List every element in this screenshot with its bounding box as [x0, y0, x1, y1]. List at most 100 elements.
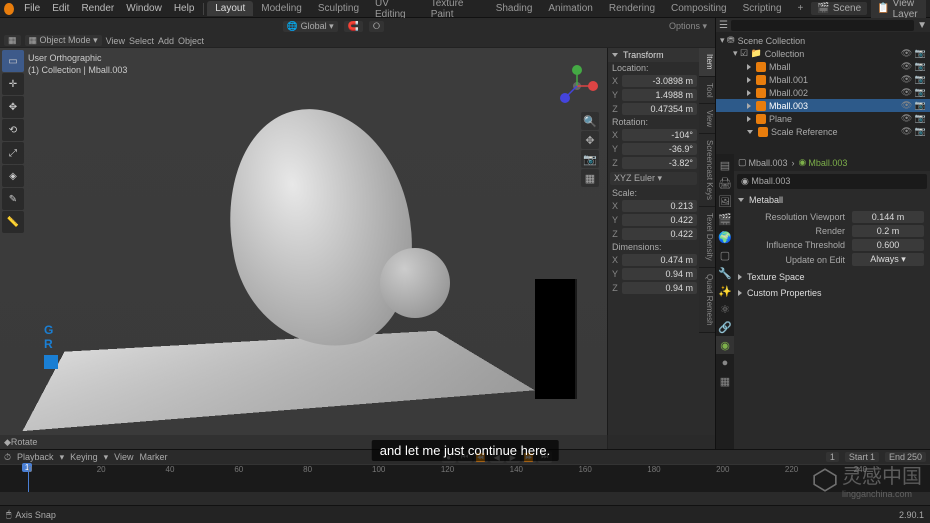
tab-scripting[interactable]: Scripting — [735, 1, 790, 16]
tool-rotate[interactable]: ⟲ — [2, 119, 24, 141]
outliner-item-selected[interactable]: Mball.003👁 📷 — [716, 99, 930, 112]
res-render[interactable]: 0.2 m — [852, 225, 924, 237]
outliner-filter[interactable]: ▼ — [917, 20, 927, 31]
tool-select[interactable]: ▭ — [2, 50, 24, 72]
rot-x[interactable]: -104° — [622, 129, 697, 141]
tab-rendering[interactable]: Rendering — [601, 1, 663, 16]
ntab-view[interactable]: View — [699, 104, 715, 134]
scene-collection-row[interactable]: ▾ ⛃Scene Collection — [716, 34, 930, 47]
menu-render[interactable]: Render — [75, 3, 120, 14]
proportional-toggle[interactable]: ⭘ — [369, 21, 384, 32]
proptab-scene[interactable]: 🎬 — [716, 210, 734, 228]
dim-x[interactable]: 0.474 m — [622, 254, 697, 266]
transform-header[interactable]: Transform — [608, 48, 699, 62]
tool-measure[interactable]: 📏 — [2, 211, 24, 233]
outliner-type[interactable]: ☰ — [719, 20, 728, 31]
nav-persp[interactable]: ▦ — [581, 169, 599, 187]
nav-camera[interactable]: 📷 — [581, 150, 599, 168]
proptab-data[interactable]: ◉ — [716, 336, 734, 354]
rotation-mode[interactable]: XYZ Euler ▾ — [610, 172, 697, 185]
tab-modeling[interactable]: Modeling — [253, 1, 310, 16]
ntab-tool[interactable]: Tool — [699, 77, 715, 105]
outliner-item[interactable]: Mball.002👁 📷 — [716, 86, 930, 99]
proptab-material[interactable]: ● — [716, 354, 734, 372]
custom-props-section[interactable]: Custom Properties — [734, 285, 930, 301]
loc-y[interactable]: 1.4988 m — [622, 89, 697, 101]
tab-compositing[interactable]: Compositing — [663, 1, 735, 16]
proptab-viewlayer[interactable]: 🖼 — [716, 192, 734, 210]
menu-file[interactable]: File — [18, 3, 46, 14]
proptab-modifiers[interactable]: 🔧 — [716, 264, 734, 282]
menu-object[interactable]: Object — [178, 36, 204, 46]
menu-select[interactable]: Select — [129, 36, 154, 46]
options-dropdown[interactable]: Options ▾ — [669, 21, 707, 32]
loc-z[interactable]: 0.47354 m — [622, 103, 697, 115]
proptab-physics[interactable]: ⚛ — [716, 300, 734, 318]
menu-view[interactable]: View — [106, 36, 125, 46]
menu-edit[interactable]: Edit — [46, 3, 75, 14]
timeline-type[interactable]: ⏱ — [4, 452, 11, 463]
scale-y[interactable]: 0.422 — [622, 214, 697, 226]
nav-gizmo[interactable] — [555, 64, 599, 108]
mode-dropdown[interactable]: ▦ Object Mode ▾ — [25, 35, 102, 46]
tl-playback[interactable]: Playback — [17, 452, 54, 462]
rot-z[interactable]: -3.82° — [622, 157, 697, 169]
menu-window[interactable]: Window — [120, 3, 168, 14]
dim-z[interactable]: 0.94 m — [622, 282, 697, 294]
ntab-item[interactable]: Item — [699, 48, 715, 77]
viewport-3d[interactable]: ▭ ✛ ✥ ⟲ ⤢ ◈ ✎ 📏 User Orthographic (1) Co… — [0, 48, 715, 449]
tl-view[interactable]: View — [114, 452, 133, 462]
scale-x[interactable]: 0.213 — [622, 200, 697, 212]
collection-row[interactable]: ▾ ☑ 📁Collection👁 📷 — [716, 47, 930, 60]
proptab-render[interactable]: ▤ — [716, 156, 734, 174]
axis-widget: G R — [44, 323, 58, 369]
loc-x[interactable]: -3.0898 m — [622, 75, 697, 87]
outliner-search[interactable] — [731, 20, 914, 31]
proptab-particles[interactable]: ✨ — [716, 282, 734, 300]
nav-zoom[interactable]: 🔍 — [581, 112, 599, 130]
datablock-name[interactable]: ◉ Mball.003 — [737, 174, 927, 189]
ntab-quad[interactable]: Quad Remesh — [699, 268, 715, 333]
texture-space-section[interactable]: Texture Space — [734, 269, 930, 285]
proptab-texture[interactable]: ▦ — [716, 372, 734, 390]
proptab-output[interactable]: 🖨 — [716, 174, 734, 192]
ntab-screencast[interactable]: Screencast Keys — [699, 134, 715, 207]
menu-add[interactable]: Add — [158, 36, 174, 46]
tab-animation[interactable]: Animation — [540, 1, 600, 16]
outliner-item[interactable]: Mball👁 📷 — [716, 60, 930, 73]
tl-keying[interactable]: Keying — [70, 452, 98, 462]
tab-shading[interactable]: Shading — [488, 1, 541, 16]
tool-transform[interactable]: ◈ — [2, 165, 24, 187]
snap-toggle[interactable]: 🧲 — [344, 21, 363, 32]
tab-sculpting[interactable]: Sculpting — [310, 1, 367, 16]
update-mode[interactable]: Always ▾ — [852, 253, 924, 266]
tool-annotate[interactable]: ✎ — [2, 188, 24, 210]
nav-pan[interactable]: ✥ — [581, 131, 599, 149]
tool-scale[interactable]: ⤢ — [2, 142, 24, 164]
proptab-object[interactable]: ▢ — [716, 246, 734, 264]
influence-threshold[interactable]: 0.600 — [852, 239, 924, 251]
orientation-dropdown[interactable]: 🌐 Global ▾ — [283, 21, 338, 32]
outliner-item[interactable]: Plane👁 📷 — [716, 112, 930, 125]
scale-label: Scale: — [608, 187, 699, 199]
tool-cursor[interactable]: ✛ — [2, 73, 24, 95]
tl-marker[interactable]: Marker — [140, 452, 168, 462]
proptab-world[interactable]: 🌍 — [716, 228, 734, 246]
tl-tick: 180 — [647, 465, 660, 474]
scale-z[interactable]: 0.422 — [622, 228, 697, 240]
dim-y[interactable]: 0.94 m — [622, 268, 697, 280]
outliner-item[interactable]: Mball.001👁 📷 — [716, 73, 930, 86]
menu-help[interactable]: Help — [168, 3, 201, 14]
tool-move[interactable]: ✥ — [2, 96, 24, 118]
scene-selector[interactable]: 🎬 Scene — [811, 2, 867, 15]
metaball-section[interactable]: Metaball — [734, 192, 930, 208]
rot-y[interactable]: -36.9° — [622, 143, 697, 155]
ntab-texel[interactable]: Texel Density — [699, 207, 715, 268]
proptab-constraints[interactable]: 🔗 — [716, 318, 734, 336]
res-viewport[interactable]: 0.144 m — [852, 211, 924, 223]
outliner-item[interactable]: Scale Reference👁 📷 — [716, 125, 930, 138]
editor-type[interactable]: ▦ — [4, 35, 21, 46]
tab-layout[interactable]: Layout — [207, 1, 253, 16]
tab-add[interactable]: + — [790, 1, 812, 16]
timeline-ruler[interactable]: 020406080100120140160180200220240 — [0, 464, 930, 492]
